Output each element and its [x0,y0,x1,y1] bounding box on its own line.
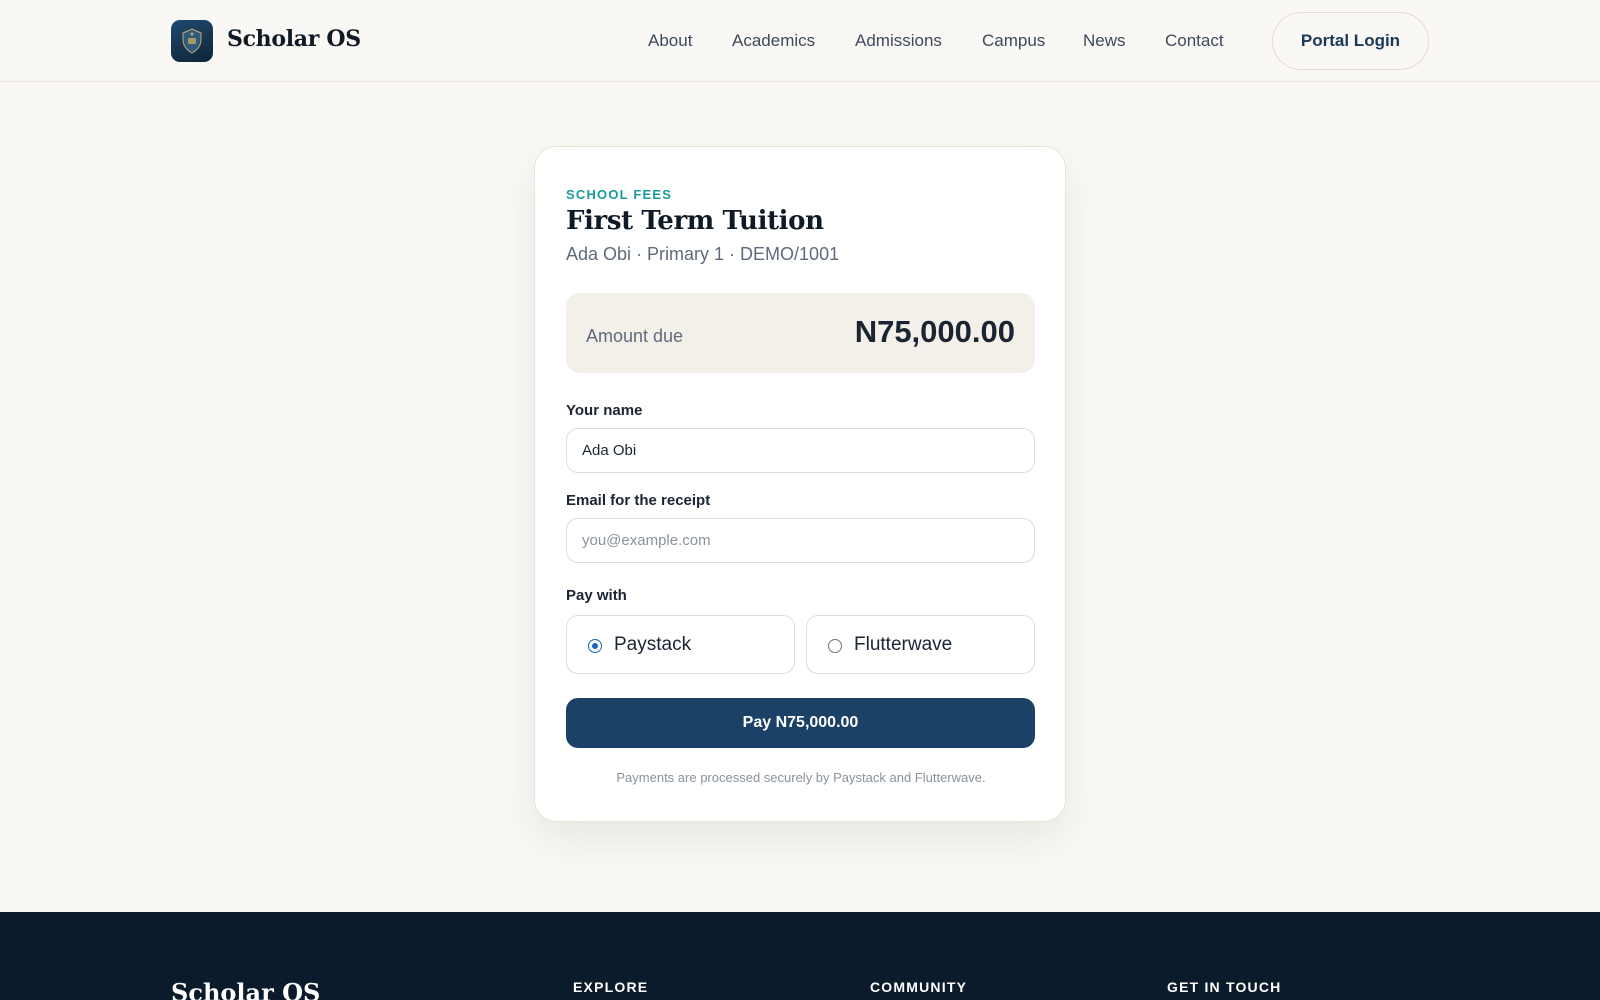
pay-with-label: Pay with [566,587,627,604]
footer-heading-explore: EXPLORE [573,979,649,995]
name-label: Your name [566,402,643,419]
nav-news[interactable]: News [1083,31,1126,51]
email-label: Email for the receipt [566,492,711,509]
site-header: Scholar OS About Academics Admissions Ca… [0,0,1600,82]
site-footer: Scholar OS EXPLORE COMMUNITY GET IN TOUC… [0,912,1600,1000]
amount-due-value: N75,000.00 [854,314,1015,349]
amount-due-label: Amount due [586,326,684,346]
page-title: First Term Tuition [566,206,824,236]
student-details: Ada Obi · Primary 1 · DEMO/1001 [566,244,840,264]
payment-card: SCHOOL FEES First Term Tuition Ada Obi ·… [534,146,1066,822]
nav-campus[interactable]: Campus [982,31,1045,51]
nav-admissions[interactable]: Admissions [855,31,942,51]
footer-heading-contact: GET IN TOUCH [1167,979,1282,995]
radio-selected-icon[interactable] [588,639,602,653]
payment-option-label: Flutterwave [854,634,953,655]
footer-heading-community: COMMUNITY [870,979,968,995]
nav-academics[interactable]: Academics [732,31,815,51]
payment-option-label: Paystack [614,634,692,655]
amount-due-panel: Amount due N75,000.00 [566,293,1035,373]
portal-login-button[interactable]: Portal Login [1272,12,1429,70]
payment-option-paystack[interactable]: Paystack [566,615,795,674]
footer-brand: Scholar OS [171,978,321,1000]
email-input[interactable] [566,518,1035,563]
nav-about[interactable]: About [648,31,692,51]
nav-contact[interactable]: Contact [1165,31,1224,51]
payment-option-flutterwave[interactable]: Flutterwave [806,615,1035,674]
security-note: Payments are processed securely by Payst… [616,770,986,785]
name-input[interactable] [566,428,1035,473]
section-eyebrow: SCHOOL FEES [566,187,673,202]
pay-button[interactable]: Pay N75,000.00 [566,698,1035,748]
radio-unselected-icon[interactable] [828,639,842,653]
